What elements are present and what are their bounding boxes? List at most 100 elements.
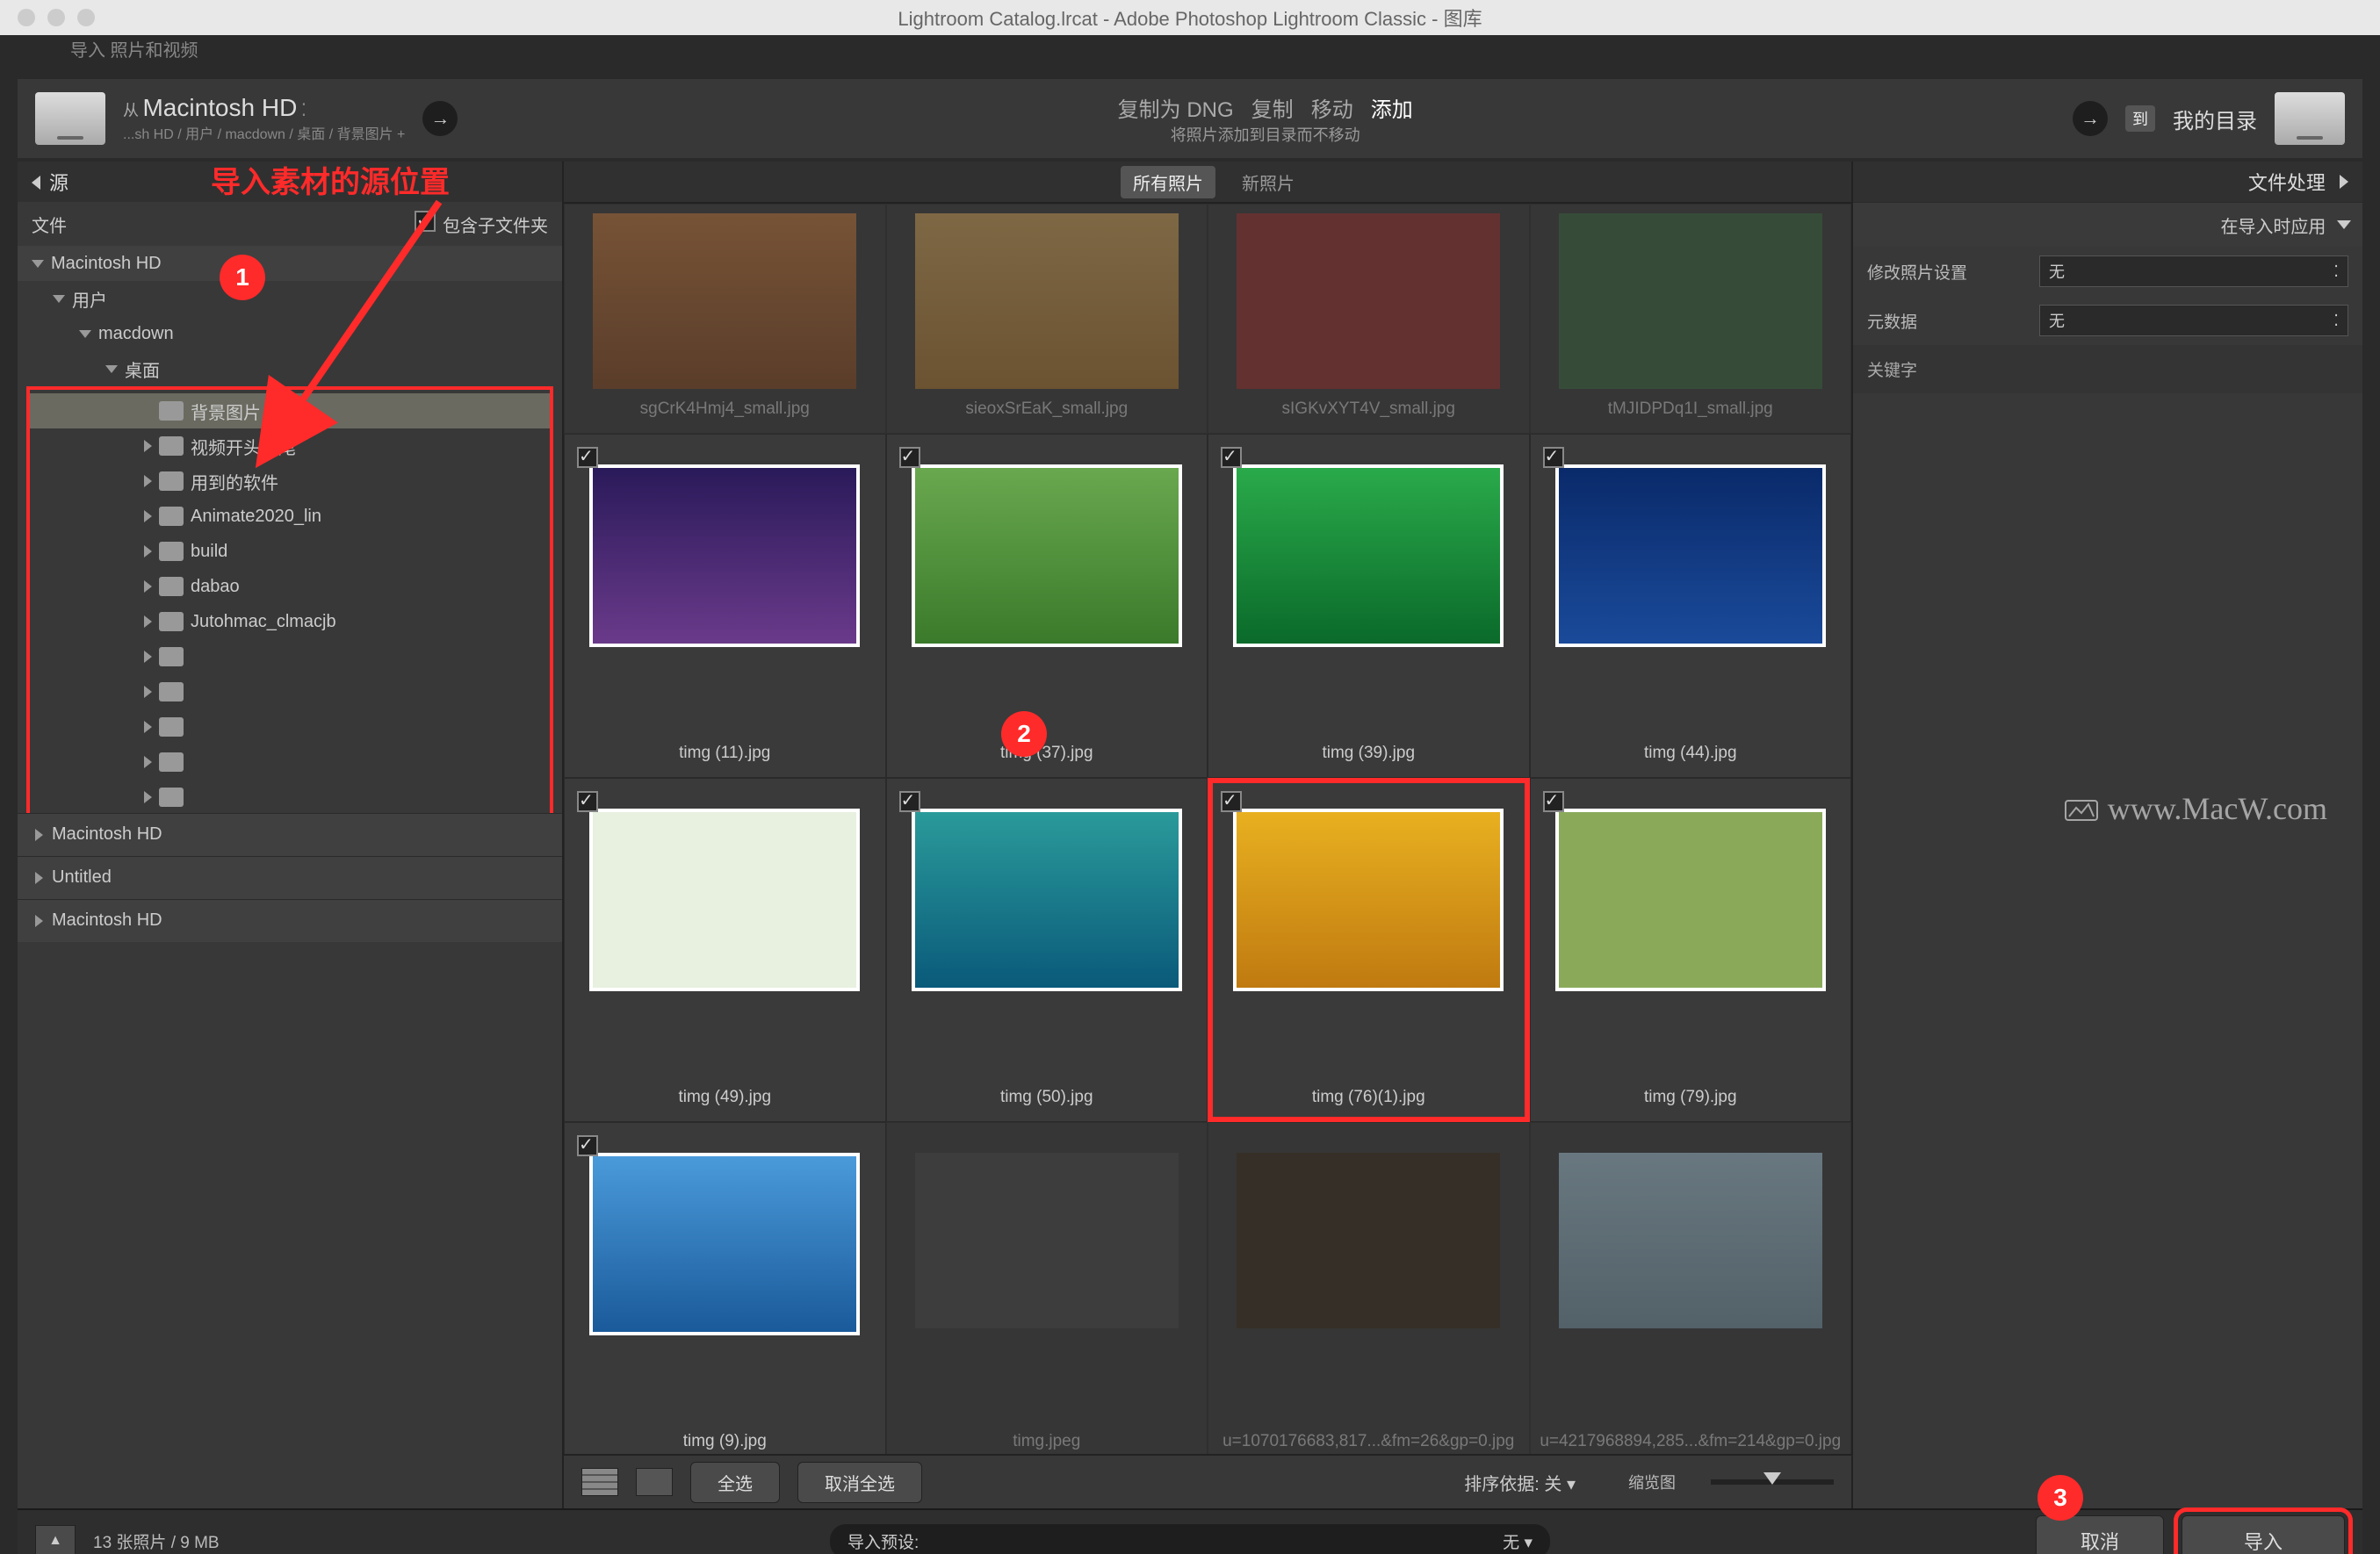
- thumb-cell[interactable]: u=4217968894,285...&fm=214&gp=0.jpg: [1530, 1122, 1852, 1454]
- import-preset-bar[interactable]: 导入预设: 无 ▾: [830, 1524, 1550, 1554]
- folder-icon: [159, 507, 184, 526]
- mode-move[interactable]: 移动: [1311, 98, 1353, 122]
- thumb-cell[interactable]: timg (50).jpg: [886, 778, 1208, 1122]
- thumb-checkbox[interactable]: [1221, 447, 1242, 468]
- files-row: 文件 包含子文件夹: [18, 202, 562, 246]
- thumb-cell[interactable]: sgCrK4Hmj4_small.jpg: [564, 204, 886, 434]
- deselect-all-button[interactable]: 取消全选: [797, 1462, 922, 1503]
- source-volume[interactable]: Macintosh HD: [142, 94, 297, 121]
- thumb-size-slider[interactable]: [1711, 1479, 1834, 1485]
- cancel-button[interactable]: 取消: [2036, 1515, 2164, 1554]
- thumb-image: [1559, 1153, 1822, 1328]
- modify-settings-dropdown[interactable]: 无⁚: [2039, 255, 2348, 287]
- tree-macdown[interactable]: macdown: [98, 324, 174, 344]
- thumb-checkbox[interactable]: [577, 1135, 598, 1156]
- thumb-cell[interactable]: tMJIDPDq1I_small.jpg: [1530, 204, 1852, 434]
- expand-panel-button[interactable]: ▲: [35, 1525, 76, 1554]
- tree-folder[interactable]: Animate2020_lin: [30, 499, 550, 534]
- tree-folder[interactable]: 视频开头结尾: [30, 428, 550, 464]
- thumb-image: [912, 464, 1182, 647]
- tree-folder[interactable]: [30, 639, 550, 674]
- mode-copy[interactable]: 复制: [1251, 98, 1294, 122]
- tree-folder[interactable]: Jutohmac_clmacjb: [30, 604, 550, 639]
- thumb-checkbox[interactable]: [577, 791, 598, 812]
- thumb-cell[interactable]: timg (49).jpg: [564, 778, 886, 1122]
- include-subfolders-checkbox[interactable]: [415, 211, 436, 232]
- dest-disk-icon: [2275, 92, 2345, 145]
- thumb-image: [1233, 464, 1504, 647]
- loupe-view-icon[interactable]: [636, 1468, 673, 1496]
- folder-tree[interactable]: Macintosh HD 用户 macdown 桌面 背景图片 视频开头结尾 用…: [18, 246, 562, 813]
- thumb-image: [1237, 213, 1500, 389]
- tree-folder[interactable]: dabao: [30, 569, 550, 604]
- thumb-image: [915, 213, 1179, 389]
- folder-icon: [159, 788, 184, 807]
- mode-dng[interactable]: 复制为 DNG: [1118, 98, 1234, 122]
- mode-add[interactable]: 添加: [1371, 98, 1413, 122]
- thumb-cell[interactable]: timg (44).jpg: [1530, 434, 1852, 778]
- volume-row[interactable]: Untitled: [18, 856, 562, 899]
- sort-dropdown[interactable]: 关: [1544, 1475, 1561, 1494]
- tree-users[interactable]: 用户: [72, 286, 107, 312]
- keywords-field[interactable]: 关键字: [1853, 345, 2362, 393]
- modify-settings-label: 修改照片设置: [1867, 260, 1967, 284]
- maximize-icon[interactable]: [77, 9, 95, 26]
- tab-all-photos[interactable]: 所有照片: [1121, 166, 1215, 198]
- tree-folder[interactable]: build: [30, 534, 550, 569]
- grid-view-icon[interactable]: [581, 1468, 618, 1496]
- source-highlight-box: 背景图片 视频开头结尾 用到的软件 Animate2020_lin build …: [26, 386, 553, 813]
- thumbnail-grid[interactable]: sgCrK4Hmj4_small.jpg sieoxSrEaK_small.jp…: [564, 204, 1851, 1454]
- bottom-bar: ▲ 13 张照片 / 9 MB 导入预设: 无 ▾ 取消 导入: [18, 1508, 2362, 1554]
- tree-folder[interactable]: [30, 780, 550, 813]
- file-handling-header[interactable]: 文件处理: [1853, 162, 2362, 202]
- apply-on-import-header[interactable]: 在导入时应用: [1853, 202, 2362, 247]
- copy-mode-tabs[interactable]: 复制为 DNG 复制 移动 添加: [1118, 92, 1413, 123]
- window-title: Lightroom Catalog.lrcat - Adobe Photosho…: [898, 4, 1482, 32]
- thumb-cell[interactable]: timg (79).jpg: [1530, 778, 1852, 1122]
- folder-icon: [159, 471, 184, 491]
- tab-new-photos[interactable]: 新照片: [1242, 169, 1295, 195]
- sort-label: 排序依据: 关 ▾: [1464, 1470, 1576, 1495]
- thumb-cell-highlighted[interactable]: timg (76)(1).jpg: [1208, 778, 1530, 1122]
- dest-label[interactable]: 我的目录: [2173, 104, 2257, 134]
- mac-window-controls[interactable]: [18, 9, 95, 26]
- thumb-cell[interactable]: sIGKvXYT4V_small.jpg: [1208, 204, 1530, 434]
- tree-folder[interactable]: 用到的软件: [30, 464, 550, 499]
- metadata-dropdown[interactable]: 无⁚: [2039, 305, 2348, 336]
- minimize-icon[interactable]: [47, 9, 65, 26]
- thumb-checkbox[interactable]: [899, 447, 920, 468]
- thumb-cell[interactable]: u=1070176683,817...&fm=26&gp=0.jpg: [1208, 1122, 1530, 1454]
- thumb-cell[interactable]: sieoxSrEaK_small.jpg: [886, 204, 1208, 434]
- tree-folder[interactable]: [30, 709, 550, 745]
- thumb-checkbox[interactable]: [899, 791, 920, 812]
- folder-icon: [159, 612, 184, 631]
- dest-arrow-button[interactable]: →: [2073, 101, 2108, 136]
- source-arrow-button[interactable]: →: [422, 101, 458, 136]
- tree-folder[interactable]: [30, 745, 550, 780]
- thumb-cell[interactable]: timg (39).jpg: [1208, 434, 1530, 778]
- thumb-checkbox[interactable]: [1543, 447, 1564, 468]
- thumb-checkbox[interactable]: [1543, 791, 1564, 812]
- thumb-checkbox[interactable]: [577, 447, 598, 468]
- annotation-badge-3: 3: [2037, 1475, 2083, 1521]
- expand-icon: [2337, 220, 2351, 229]
- select-all-button[interactable]: 全选: [690, 1462, 780, 1503]
- tree-folder-selected[interactable]: 背景图片: [30, 393, 550, 428]
- import-button[interactable]: 导入: [2182, 1515, 2345, 1554]
- tree-desktop[interactable]: 桌面: [125, 356, 160, 382]
- thumb-cell[interactable]: timg.jpeg: [886, 1122, 1208, 1454]
- tree-folder[interactable]: [30, 674, 550, 709]
- titlebar: Lightroom Catalog.lrcat - Adobe Photosho…: [0, 0, 2380, 35]
- close-icon[interactable]: [18, 9, 35, 26]
- thumb-cell[interactable]: timg (37).jpg: [886, 434, 1208, 778]
- volume-row[interactable]: Macintosh HD: [18, 813, 562, 856]
- thumb-cell[interactable]: timg (9).jpg: [564, 1122, 886, 1454]
- thumb-checkbox[interactable]: [1221, 791, 1242, 812]
- volume-row[interactable]: Macintosh HD: [18, 899, 562, 942]
- tree-root[interactable]: Macintosh HD: [51, 254, 162, 274]
- thumb-image: [915, 1153, 1179, 1328]
- thumb-image: [589, 1153, 860, 1335]
- thumb-cell[interactable]: timg (11).jpg: [564, 434, 886, 778]
- source-path[interactable]: ...sh HD / 用户 / macdown / 桌面 / 背景图片 +: [123, 122, 405, 143]
- from-label: 从: [123, 102, 139, 119]
